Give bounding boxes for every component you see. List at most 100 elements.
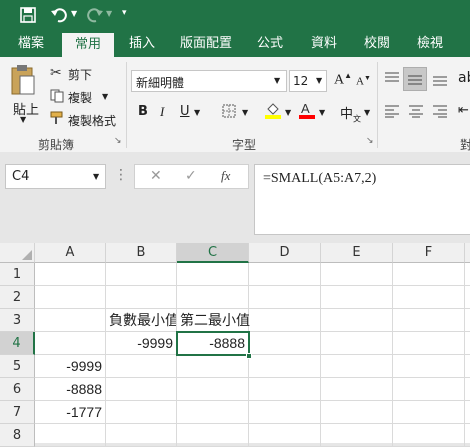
- font-size-select[interactable]: 12 ▼: [289, 70, 327, 92]
- cell-f2[interactable]: [393, 286, 465, 309]
- row-header-1[interactable]: 1: [0, 263, 35, 286]
- cancel-icon[interactable]: ✕: [150, 168, 162, 184]
- font-color-icon[interactable]: A: [298, 101, 316, 119]
- tab-insert[interactable]: 插入: [120, 30, 164, 57]
- font-name-select[interactable]: 新細明體 ▼: [131, 70, 287, 92]
- name-box[interactable]: C4 ▼: [5, 164, 106, 189]
- cell-f8[interactable]: [393, 424, 465, 447]
- tab-formulas[interactable]: 公式: [250, 30, 290, 57]
- tab-home[interactable]: 常用: [62, 33, 114, 57]
- cell-c6[interactable]: [177, 378, 249, 401]
- format-painter-button[interactable]: 複製格式: [68, 112, 116, 129]
- fill-color-dropdown-icon[interactable]: ▼: [285, 108, 291, 117]
- cell-a3[interactable]: [35, 309, 106, 332]
- row-header-8[interactable]: 8: [0, 424, 35, 447]
- chevron-down-icon[interactable]: ▼: [93, 172, 99, 181]
- column-header-b[interactable]: B: [106, 243, 177, 263]
- cell-b4[interactable]: -9999: [106, 332, 177, 355]
- cell-b7[interactable]: [106, 401, 177, 424]
- underline-button[interactable]: U: [180, 104, 190, 119]
- tab-data[interactable]: 資料: [302, 30, 346, 57]
- chevron-down-icon[interactable]: ▼: [274, 76, 280, 85]
- cell-g5[interactable]: [465, 355, 470, 378]
- formula-input[interactable]: =SMALL(A5:A7,2): [254, 164, 470, 235]
- cell-d2[interactable]: [249, 286, 321, 309]
- insert-function-icon[interactable]: fx: [221, 168, 230, 184]
- cell-e5[interactable]: [321, 355, 393, 378]
- enter-icon[interactable]: ✓: [185, 168, 197, 184]
- undo-dropdown-icon[interactable]: ▼: [71, 9, 77, 18]
- row-header-6[interactable]: 6: [0, 378, 35, 401]
- chevron-down-icon[interactable]: ▼: [316, 76, 322, 85]
- cell-e4[interactable]: [321, 332, 393, 355]
- cell-c3[interactable]: 第二最小值: [177, 309, 250, 332]
- italic-button[interactable]: I: [160, 104, 164, 120]
- cell-g3[interactable]: [465, 309, 470, 332]
- cell-c4[interactable]: -8888: [177, 332, 249, 355]
- font-color-dropdown-icon[interactable]: ▼: [319, 108, 325, 117]
- cell-e2[interactable]: [321, 286, 393, 309]
- cell-f7[interactable]: [393, 401, 465, 424]
- clipboard-launcher-icon[interactable]: ↘: [114, 136, 122, 146]
- column-header-c[interactable]: C: [177, 243, 249, 263]
- cell-f5[interactable]: [393, 355, 465, 378]
- copy-icon[interactable]: [50, 89, 64, 103]
- redo-icon[interactable]: [86, 6, 104, 24]
- cell-d6[interactable]: [249, 378, 321, 401]
- tab-page-layout[interactable]: 版面配置: [172, 30, 240, 57]
- cell-g6[interactable]: [465, 378, 470, 401]
- cell-e1[interactable]: [321, 263, 393, 286]
- decrease-font-size-icon[interactable]: A▼: [356, 74, 371, 88]
- cell-c1[interactable]: [177, 263, 249, 286]
- orientation-icon[interactable]: ab: [458, 70, 470, 86]
- row-header-7[interactable]: 7: [0, 401, 35, 424]
- phonetic-icon[interactable]: 中文: [340, 103, 361, 125]
- paste-icon[interactable]: [10, 64, 36, 98]
- cell-f1[interactable]: [393, 263, 465, 286]
- cell-g4[interactable]: [465, 332, 470, 355]
- save-icon[interactable]: [20, 7, 36, 23]
- column-header-g[interactable]: [465, 243, 470, 263]
- cell-a2[interactable]: [35, 286, 106, 309]
- cell-f4[interactable]: [393, 332, 465, 355]
- cell-g8[interactable]: [465, 424, 470, 447]
- row-header-5[interactable]: 5: [0, 355, 35, 378]
- select-all-corner[interactable]: [0, 243, 35, 263]
- cell-a8[interactable]: [35, 424, 106, 447]
- cell-a1[interactable]: [35, 263, 106, 286]
- cell-a4[interactable]: [35, 332, 106, 355]
- column-header-d[interactable]: D: [249, 243, 321, 263]
- cell-c8[interactable]: [177, 424, 249, 447]
- cell-d1[interactable]: [249, 263, 321, 286]
- cell-b2[interactable]: [106, 286, 177, 309]
- align-left-icon[interactable]: [384, 104, 400, 118]
- tab-view[interactable]: 檢視: [408, 30, 452, 57]
- align-top-icon[interactable]: [384, 70, 400, 86]
- row-header-3[interactable]: 3: [0, 309, 35, 332]
- cell-b8[interactable]: [106, 424, 177, 447]
- cell-a6[interactable]: -8888: [35, 378, 106, 401]
- cell-b6[interactable]: [106, 378, 177, 401]
- customize-qat-icon[interactable]: ▾: [122, 8, 127, 18]
- cell-a7[interactable]: -1777: [35, 401, 106, 424]
- undo-icon[interactable]: [50, 6, 68, 24]
- format-painter-icon[interactable]: [50, 111, 64, 125]
- cell-e8[interactable]: [321, 424, 393, 447]
- cell-c5[interactable]: [177, 355, 249, 378]
- borders-dropdown-icon[interactable]: ▼: [242, 108, 248, 117]
- cell-f6[interactable]: [393, 378, 465, 401]
- cut-button[interactable]: 剪下: [68, 66, 92, 83]
- row-header-2[interactable]: 2: [0, 286, 35, 309]
- cell-g1[interactable]: [465, 263, 470, 286]
- cell-e7[interactable]: [321, 401, 393, 424]
- copy-dropdown-icon[interactable]: ▼: [102, 92, 108, 101]
- underline-dropdown-icon[interactable]: ▼: [194, 108, 200, 117]
- cell-d5[interactable]: [249, 355, 321, 378]
- font-launcher-icon[interactable]: ↘: [366, 136, 374, 146]
- column-header-f[interactable]: F: [393, 243, 465, 263]
- column-header-a[interactable]: A: [35, 243, 106, 263]
- cell-d7[interactable]: [249, 401, 321, 424]
- cell-b1[interactable]: [106, 263, 177, 286]
- cell-d4[interactable]: [249, 332, 321, 355]
- cell-a5[interactable]: -9999: [35, 355, 106, 378]
